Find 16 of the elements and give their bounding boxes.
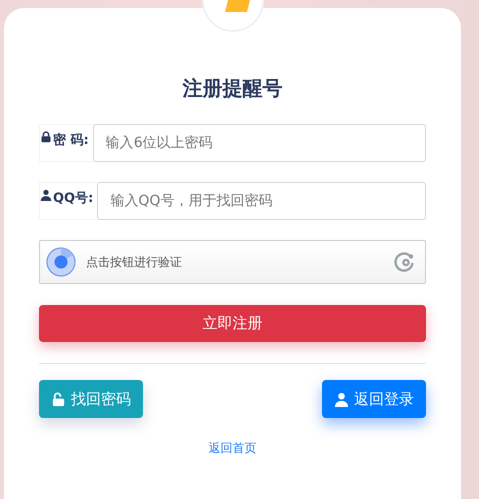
register-button[interactable]: 立即注册 — [39, 305, 426, 342]
refresh-icon — [393, 251, 415, 273]
user-icon — [40, 189, 52, 201]
home-link[interactable]: 返回首页 — [208, 440, 256, 457]
field-label: 密 码: — [39, 124, 93, 162]
unlock-icon — [51, 392, 66, 406]
input-field[interactable]: 输入QQ号，用于找回密码 — [97, 182, 426, 220]
find-password-button[interactable]: 找回密码 — [39, 380, 143, 418]
lock-icon — [40, 131, 52, 143]
input-field[interactable]: 输入6位以上密码 — [92, 124, 426, 162]
page-title: 注册提醒号 — [181, 76, 284, 100]
captcha-text: 点击按钮进行验证 — [86, 254, 183, 270]
back-to-login-button[interactable]: 返回登录 — [322, 380, 426, 418]
captcha-icon — [46, 247, 76, 277]
captcha-button[interactable]: 点击按钮进行验证 — [39, 240, 426, 284]
user-icon — [334, 392, 349, 406]
